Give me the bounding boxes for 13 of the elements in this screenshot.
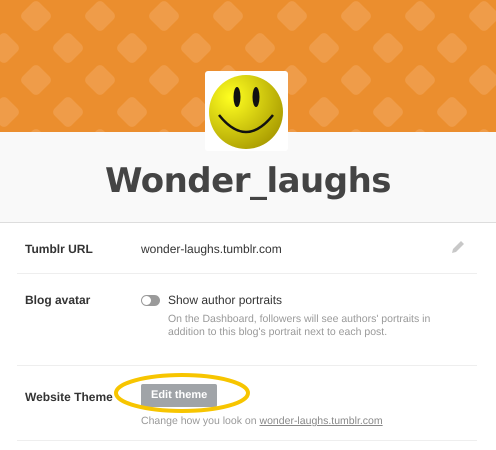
setting-label: Blog avatar bbox=[25, 292, 92, 309]
toggle-label: Show author portraits bbox=[168, 292, 282, 309]
blog-link[interactable]: wonder-laughs.tumblr.com bbox=[260, 415, 383, 427]
toggle-description: On the Dashboard, followers will see authors' portraits in addition to this blog's portrait next to each post. bbox=[168, 313, 432, 339]
theme-hint: Change how you look on wonder-laughs.tumblr.com bbox=[141, 414, 384, 429]
setting-label: Tumblr URL bbox=[25, 241, 94, 258]
url-value: wonder-laughs.tumblr.com bbox=[141, 241, 282, 258]
edit-theme-button[interactable]: Edit theme bbox=[141, 384, 218, 407]
setting-label: Website Theme bbox=[25, 389, 114, 406]
blog-title: Wonder_laughs bbox=[104, 164, 392, 203]
edit-icon[interactable] bbox=[451, 240, 465, 254]
toggle-switch[interactable] bbox=[141, 294, 160, 306]
smiley-icon bbox=[209, 74, 284, 151]
